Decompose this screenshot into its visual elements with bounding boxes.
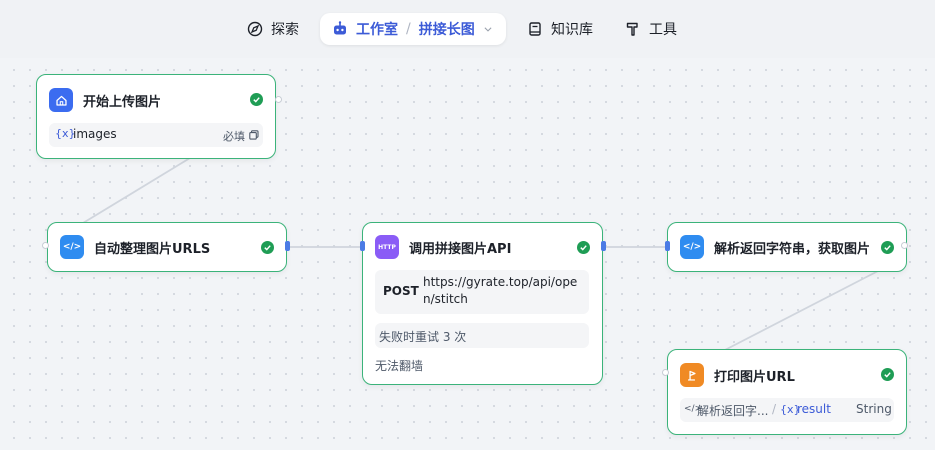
nav-studio-label: 工作室: [356, 22, 398, 38]
node-parse-result[interactable]: </> 解析返回字符串，获取图片U: [665, 222, 908, 272]
success-check-icon: [881, 368, 894, 381]
http-url-line1: https://gyrate.top/api/ope: [423, 275, 578, 289]
node-print-header: 打印图片URL: [680, 363, 795, 387]
required-tag: 必填: [223, 130, 245, 143]
http-request-row[interactable]: POST https://gyrate.top/api/ope n/stitch: [375, 270, 589, 314]
top-navigation: 探索 工作室 / 拼接长图 知识库 工具: [0, 0, 935, 58]
input-port[interactable]: [360, 241, 365, 251]
retry-row: 失败时重试 3 次: [375, 323, 589, 348]
hammer-icon: [626, 22, 638, 36]
output-port[interactable]: [901, 242, 908, 249]
node-print-title: 打印图片URL: [714, 369, 795, 385]
node-parse-title: 解析返回字符串，获取图片U: [714, 241, 870, 257]
node-note: 无法翻墙: [375, 359, 424, 373]
input-variable-row[interactable]: {x} images 必填: [49, 123, 263, 147]
nav-knowledge[interactable]: 知识库: [527, 14, 593, 44]
node-print-url[interactable]: 打印图片URL </> 解析返回字... / {x} result String: [662, 349, 907, 435]
nav-tools[interactable]: 工具: [625, 14, 677, 44]
http-icon: HTTP: [375, 235, 399, 259]
success-check-icon: [881, 241, 894, 254]
output-type: String: [856, 402, 892, 416]
code-icon: </>: [680, 235, 704, 259]
output-variable-name: result: [797, 402, 831, 416]
book-icon: [529, 22, 541, 36]
node-code-urls-header: </> 自动整理图片URLS: [60, 235, 210, 259]
input-port[interactable]: [665, 241, 670, 251]
output-divider: /: [772, 402, 777, 416]
node-http-header: HTTP 调用拼接图片API: [375, 235, 511, 259]
robot-icon: [334, 21, 346, 35]
http-method: POST: [383, 284, 419, 298]
success-check-icon: [250, 93, 263, 106]
node-start[interactable]: 开始上传图片 {x} images 必填: [36, 74, 282, 159]
node-start-header: 开始上传图片: [49, 88, 161, 112]
output-port[interactable]: [285, 241, 290, 251]
node-http-stitch[interactable]: HTTP 调用拼接图片API POST https://gyrate.top/a…: [360, 222, 606, 385]
success-check-icon: [261, 241, 274, 254]
nav-explore-label: 探索: [271, 22, 299, 38]
output-source: 解析返回字...: [697, 404, 769, 418]
home-icon: [49, 88, 73, 112]
node-code-urls[interactable]: </> 自动整理图片URLS: [42, 222, 290, 272]
copy-icon[interactable]: [249, 130, 259, 140]
output-variable-row[interactable]: </> 解析返回字... / {x} result String: [680, 398, 894, 422]
success-check-icon: [577, 241, 590, 254]
flag-icon: [680, 363, 704, 387]
nav-studio[interactable]: 工作室 / 拼接长图: [320, 13, 506, 45]
nav-explore[interactable]: 探索: [247, 14, 299, 44]
code-icon: </>: [60, 235, 84, 259]
compass-icon: [247, 21, 263, 37]
project-name[interactable]: 拼接长图: [419, 19, 475, 39]
input-port[interactable]: [662, 369, 669, 376]
chevron-down-icon[interactable]: [483, 24, 493, 34]
node-start-title: 开始上传图片: [83, 94, 162, 110]
http-url-line2: n/stitch: [423, 292, 468, 306]
node-parse-header: </> 解析返回字符串，获取图片U: [680, 235, 870, 259]
output-port[interactable]: [275, 96, 282, 103]
node-code-urls-title: 自动整理图片URLS: [94, 241, 211, 257]
variable-name: images: [73, 127, 117, 141]
breadcrumb-separator: /: [406, 21, 411, 37]
retry-text: 失败时重试 3 次: [379, 330, 467, 344]
nav-knowledge-label: 知识库: [551, 22, 593, 38]
nav-tools-label: 工具: [649, 22, 677, 38]
node-http-title: 调用拼接图片API: [409, 241, 512, 257]
input-port[interactable]: [42, 242, 49, 249]
output-port[interactable]: [601, 241, 606, 251]
